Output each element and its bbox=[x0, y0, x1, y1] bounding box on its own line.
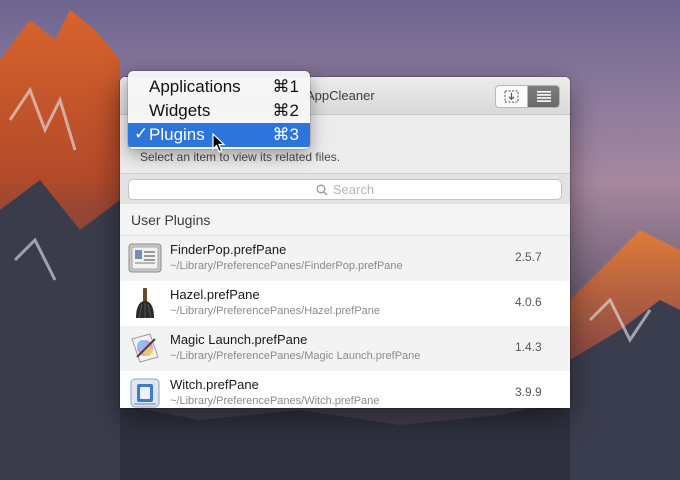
plugin-version: 3.9.9 bbox=[515, 385, 542, 399]
plugin-path: ~/Library/PreferencePanes/Witch.prefPane bbox=[170, 395, 380, 407]
plugin-version: 2.5.7 bbox=[515, 250, 542, 264]
magic-launch-icon bbox=[131, 333, 159, 363]
plugin-name: FinderPop.prefPane bbox=[170, 242, 287, 257]
finderpop-icon bbox=[128, 243, 162, 273]
menu-item-widgets[interactable]: Widgets ⌘2 bbox=[128, 99, 310, 123]
list-item[interactable]: Hazel.prefPane ~/Library/PreferencePanes… bbox=[120, 281, 570, 326]
list-item[interactable]: FinderPop.prefPane ~/Library/PreferenceP… bbox=[120, 236, 570, 281]
section-header: User Plugins bbox=[120, 204, 570, 236]
menu-item-label: Plugins bbox=[149, 125, 205, 144]
list-icon bbox=[536, 91, 551, 102]
plugin-path: ~/Library/PreferencePanes/FinderPop.pref… bbox=[170, 260, 403, 272]
plugin-version: 1.4.3 bbox=[515, 340, 542, 354]
plugin-path: ~/Library/PreferencePanes/Hazel.prefPane bbox=[170, 305, 381, 317]
menu-item-label: Applications bbox=[149, 77, 241, 96]
search-placeholder: Search bbox=[332, 182, 375, 197]
view-mode-segmented-control bbox=[495, 85, 560, 108]
witch-icon bbox=[130, 378, 160, 408]
window-title: AppCleaner bbox=[306, 88, 375, 103]
drop-zone-view-button[interactable] bbox=[496, 86, 527, 107]
drop-target-icon bbox=[504, 90, 519, 103]
search-bar: Search bbox=[120, 173, 570, 205]
plugin-name: Witch.prefPane bbox=[170, 377, 259, 392]
menu-item-shortcut: ⌘2 bbox=[272, 101, 299, 120]
plugin-path: ~/Library/PreferencePanes/Magic Launch.p… bbox=[170, 350, 421, 362]
list-view-button[interactable] bbox=[527, 86, 559, 107]
search-input[interactable]: Search bbox=[128, 179, 562, 200]
mouse-pointer-icon bbox=[212, 133, 226, 153]
plugin-list: FinderPop.prefPane ~/Library/PreferenceP… bbox=[120, 236, 570, 408]
menu-item-applications[interactable]: Applications ⌘1 bbox=[128, 75, 310, 99]
instruction-text: Select an item to view its related files… bbox=[140, 150, 341, 164]
list-item[interactable]: Witch.prefPane ~/Library/PreferencePanes… bbox=[120, 371, 570, 408]
hazel-icon bbox=[136, 288, 154, 319]
menu-item-shortcut: ⌘3 bbox=[272, 125, 299, 144]
menu-item-shortcut: ⌘1 bbox=[272, 77, 299, 96]
plugin-name: Magic Launch.prefPane bbox=[170, 332, 308, 347]
menu-item-label: Widgets bbox=[149, 101, 211, 120]
plugin-version: 4.0.6 bbox=[515, 295, 542, 309]
checkmark-icon: ✓ bbox=[134, 124, 149, 143]
search-icon bbox=[316, 184, 328, 195]
plugin-name: Hazel.prefPane bbox=[170, 287, 260, 302]
list-item[interactable]: Magic Launch.prefPane ~/Library/Preferen… bbox=[120, 326, 570, 371]
section-title: User Plugins bbox=[131, 212, 211, 228]
